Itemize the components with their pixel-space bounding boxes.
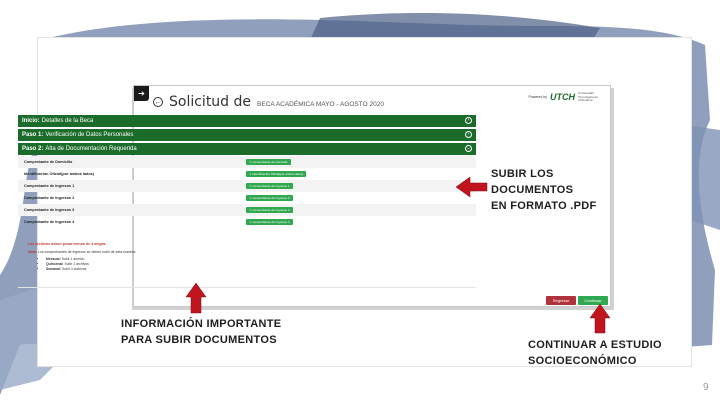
callout-line: SOCIOECONÓMICO [528, 355, 637, 367]
callout-line: PARA SUBIR DOCUMENTOS [121, 334, 277, 346]
callout-upload: SUBIR LOS DOCUMENTOS EN FORMATO .PDF [491, 166, 597, 214]
callout-line: SUBIR LOS [491, 168, 554, 180]
page-number: 9 [703, 382, 709, 393]
callout-line: EN FORMATO .PDF [491, 200, 597, 212]
callout-line: INFORMACIÓN IMPORTANTE [121, 318, 282, 330]
callout-line: CONTINUAR A ESTUDIO [528, 339, 662, 351]
callout-info: INFORMACIÓN IMPORTANTE PARA SUBIR DOCUME… [121, 316, 281, 348]
arrow-up-icon-continue [589, 303, 611, 334]
arrow-up-icon [185, 282, 207, 314]
callout-continue: CONTINUAR A ESTUDIO SOCIOECONÓMICO [528, 337, 662, 369]
arrow-left-icon [455, 176, 488, 198]
callout-line: DOCUMENTOS [491, 184, 574, 196]
